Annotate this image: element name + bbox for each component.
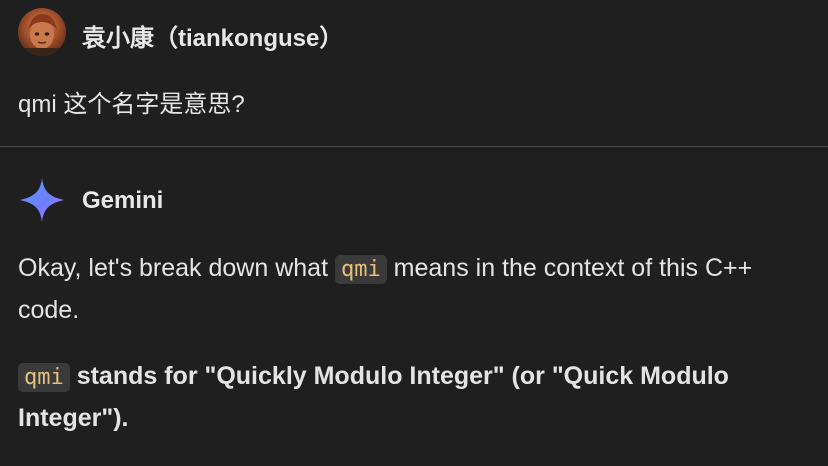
gemini-sparkle-icon <box>20 178 64 222</box>
inline-code: qmi <box>18 363 70 392</box>
response-paragraph-1: Okay, let's break down what qmi means in… <box>18 248 818 330</box>
para2-text-after: stands for "Quickly Modulo Integer" (or … <box>18 362 729 432</box>
user-message-text: qmi 这个名字是意思? <box>18 91 245 118</box>
user-message-block: 袁小康（tiankonguse） qmi 这个名字是意思? <box>0 0 828 147</box>
avatar-portrait-icon <box>24 14 60 56</box>
para1-text-before: Okay, let's break down what <box>18 254 335 282</box>
user-name: 袁小康（tiankonguse） <box>82 25 344 52</box>
user-avatar[interactable] <box>18 8 66 56</box>
model-response-block: Gemini Okay, let's break down what qmi m… <box>0 147 828 466</box>
inline-code: qmi <box>334 255 387 284</box>
model-name: Gemini <box>82 187 164 214</box>
response-paragraph-2: qmi stands for "Quickly Modulo Integer" … <box>18 356 818 438</box>
